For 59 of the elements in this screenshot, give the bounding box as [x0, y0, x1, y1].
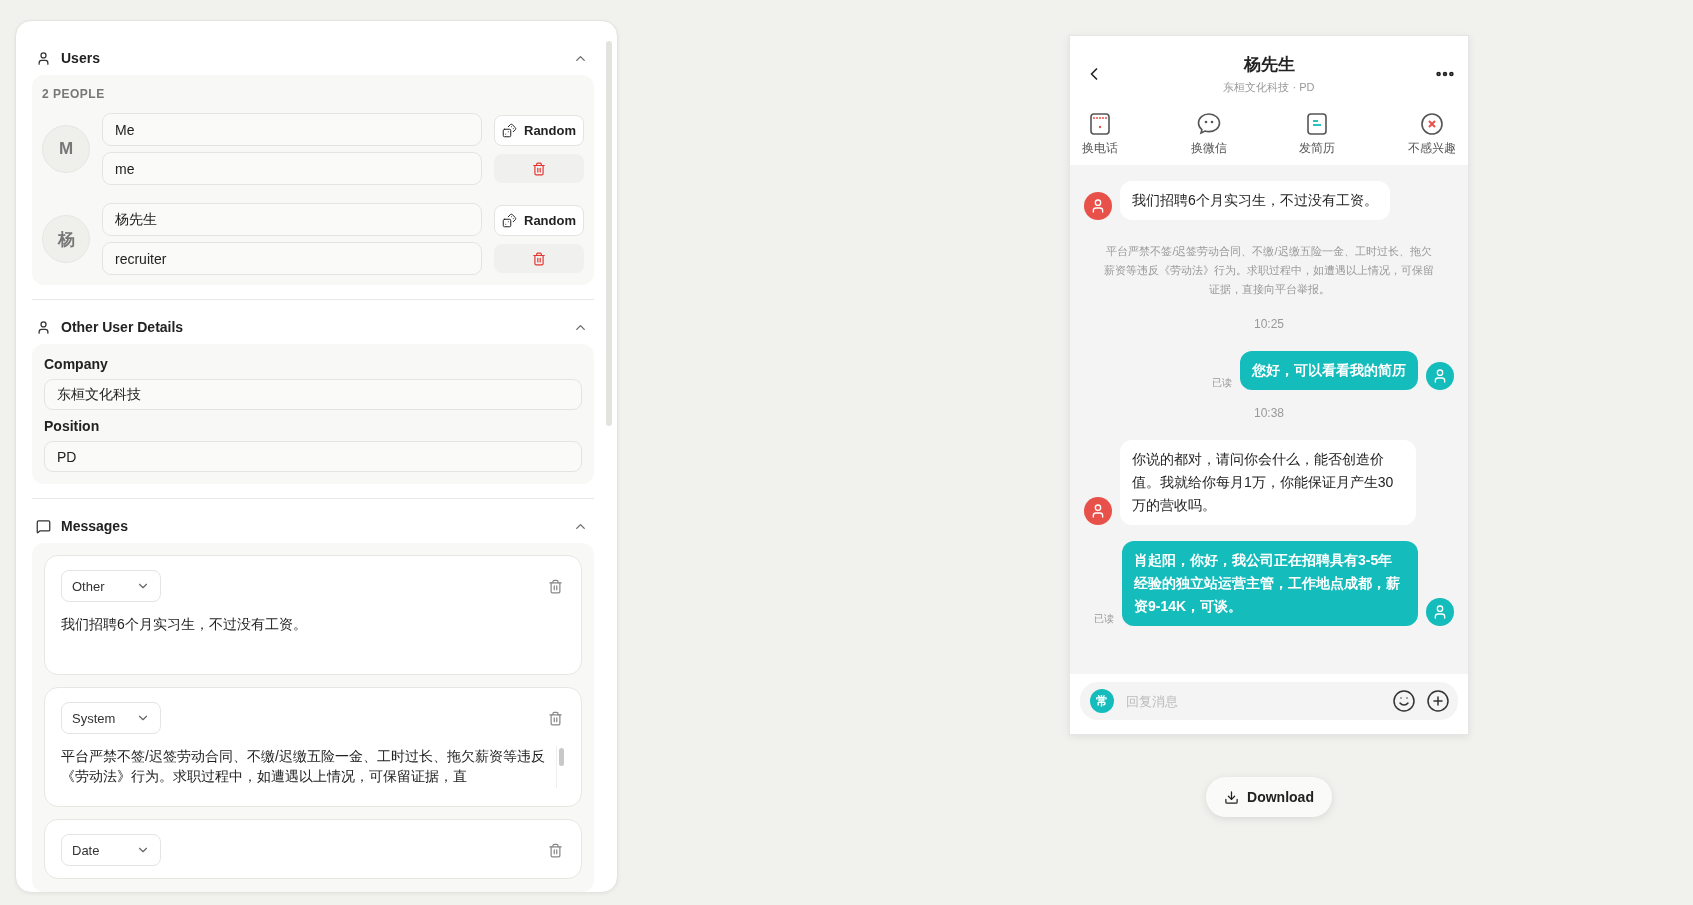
section-title: Other User Details [61, 319, 185, 335]
cross-circle-icon [1419, 112, 1444, 136]
sender-select[interactable]: Other [61, 570, 161, 602]
message-bubble: 您好，可以看看我的简历 [1240, 351, 1418, 390]
add-icon[interactable] [1426, 689, 1450, 713]
avatar: 杨 [42, 215, 90, 263]
message-text[interactable]: 我们招聘6个月实习生，不过没有工资。 [61, 614, 565, 662]
field-label: Position [44, 418, 101, 434]
action-button[interactable]: 不感兴趣 [1407, 112, 1456, 157]
text-field[interactable]: PD [44, 441, 582, 472]
user-icon [36, 50, 51, 66]
message-icon [36, 518, 51, 534]
random-button[interactable]: Random [494, 205, 584, 236]
avatar-icon [1084, 192, 1112, 220]
action-button[interactable]: 发简历 [1299, 112, 1336, 157]
scrollbar-thumb[interactable] [606, 41, 612, 426]
text-scrollbar[interactable] [556, 746, 565, 788]
read-status: 已读 [1094, 612, 1114, 626]
message-bubble: 我们招聘6个月实习生，不过没有工资。 [1120, 181, 1390, 220]
download-icon [1224, 789, 1240, 805]
random-button[interactable]: Random [494, 115, 584, 146]
section-title: Messages [61, 518, 129, 534]
avatar-icon [1426, 362, 1454, 390]
system-notice: 平台严禁不签/迟签劳动合同、不缴/迟缴五险一金、工时过长、拖欠薪资等违反《劳动法》行为。求职过程中，如遭遇以上情况，可保留证据，直接向平台举报。 [1103, 244, 1435, 297]
chat-title: 杨先生 [1243, 54, 1295, 76]
timestamp: 10:38 [1253, 406, 1285, 420]
action-button[interactable]: 换电话 [1082, 112, 1118, 157]
name-field[interactable]: Me [102, 113, 482, 146]
message-text[interactable]: 平台严禁不签/迟签劳动合同、不缴/迟缴五险一金、工时过长、拖欠薪资等违反《劳动法》行为。求职过程中，如遭遇以上情况，可保留证据，直 [61, 746, 548, 794]
user-icon [36, 319, 51, 335]
role-field[interactable]: me [102, 152, 482, 185]
document-icon [1306, 112, 1329, 136]
avatar-icon [1426, 598, 1454, 626]
read-status: 已读 [1212, 376, 1232, 390]
dice-icon [502, 123, 517, 138]
section-title: Users [61, 50, 101, 66]
chat-bubble-icon [1195, 112, 1222, 136]
text-field[interactable]: 东桓文化科技 [44, 379, 582, 410]
chat-subtitle: 东桓文化科技 · PD [1223, 80, 1315, 95]
field-label: Company [44, 356, 109, 372]
trash-icon [532, 161, 546, 176]
delete-button[interactable] [494, 244, 584, 273]
download-button[interactable]: Download [1206, 777, 1332, 817]
avatar-icon [1084, 497, 1112, 525]
dice-icon [502, 213, 517, 228]
sender-select[interactable]: Date [61, 834, 161, 866]
name-field[interactable]: 杨先生 [102, 203, 482, 236]
action-button[interactable]: 换微信 [1190, 112, 1227, 157]
timestamp: 10:25 [1253, 317, 1285, 331]
trash-icon [532, 251, 546, 266]
role-field[interactable]: recruiter [102, 242, 482, 275]
sender-select[interactable]: System [61, 702, 161, 734]
delete-button[interactable] [494, 154, 584, 183]
people-count: 2 PEOPLE [42, 87, 106, 101]
message-bubble: 你说的都对，请问你会什么，能否创造价值。我就给你每月1万，你能保证月产生30万的营收吗。 [1120, 440, 1416, 525]
emoji-icon[interactable] [1392, 689, 1416, 713]
phone-card-icon [1089, 112, 1111, 136]
message-bubble: 肖起阳，你好，我公司正在招聘具有3-5年经验的独立站运营主管，工作地点成都，薪资9-14K，可谈。 [1122, 541, 1418, 626]
avatar: M [42, 125, 90, 173]
